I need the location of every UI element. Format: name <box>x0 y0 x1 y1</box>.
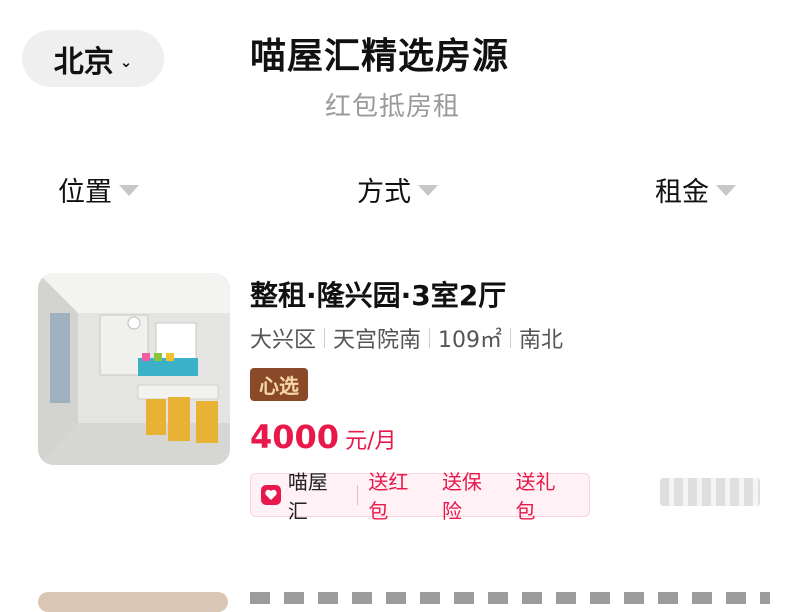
next-listing-title[interactable] <box>250 592 770 604</box>
price-unit: 元/月 <box>345 429 397 454</box>
tag-district: 大兴区 <box>250 328 317 353</box>
chevron-down-icon: ⌄ <box>119 52 133 71</box>
blurred-agent-text <box>660 478 760 506</box>
city-selector[interactable]: 北京 ⌄ <box>22 30 164 87</box>
selected-badge: 心选 <box>250 368 308 401</box>
tag-orientation: 南北 <box>519 328 564 353</box>
filter-rent[interactable]: 租金 <box>655 170 736 209</box>
divider <box>429 328 431 348</box>
listing-price: 4000 元/月 <box>250 418 396 456</box>
divider <box>357 485 359 505</box>
perk-red-packet: 送红包 <box>368 470 409 523</box>
divider <box>324 328 326 348</box>
caret-down-icon <box>716 185 736 196</box>
perk-insurance: 送保险 <box>441 470 482 523</box>
caret-down-icon <box>418 185 438 196</box>
listing-tags: 大兴区 天宫院南 109㎡ 南北 <box>250 322 563 354</box>
listing-title[interactable]: 整租·隆兴园·3室2厅 <box>250 274 506 314</box>
city-label: 北京 <box>53 44 114 80</box>
filter-location[interactable]: 位置 <box>58 170 139 209</box>
tag-size: 109㎡ <box>438 328 503 353</box>
brand-heart-icon <box>261 485 281 505</box>
filter-label: 方式 <box>357 177 411 208</box>
divider <box>510 328 512 348</box>
promo-brand: 喵屋汇 <box>287 470 328 523</box>
page-subtitle: 红包抵房租 <box>325 92 461 122</box>
promo-banner[interactable]: 喵屋汇 送红包 送保险 送礼包 <box>250 470 590 523</box>
perk-gift: 送礼包 <box>515 470 556 523</box>
price-value: 4000 <box>250 418 340 456</box>
page-title: 喵屋汇精选房源 <box>250 36 510 77</box>
listing-photo[interactable] <box>38 273 230 465</box>
filter-label: 位置 <box>58 177 112 208</box>
caret-down-icon <box>119 185 139 196</box>
room-photo-illustration <box>38 273 230 465</box>
filter-type[interactable]: 方式 <box>357 170 438 209</box>
tag-area: 天宫院南 <box>333 328 422 353</box>
next-listing-photo[interactable] <box>38 592 228 612</box>
filter-label: 租金 <box>655 177 709 208</box>
